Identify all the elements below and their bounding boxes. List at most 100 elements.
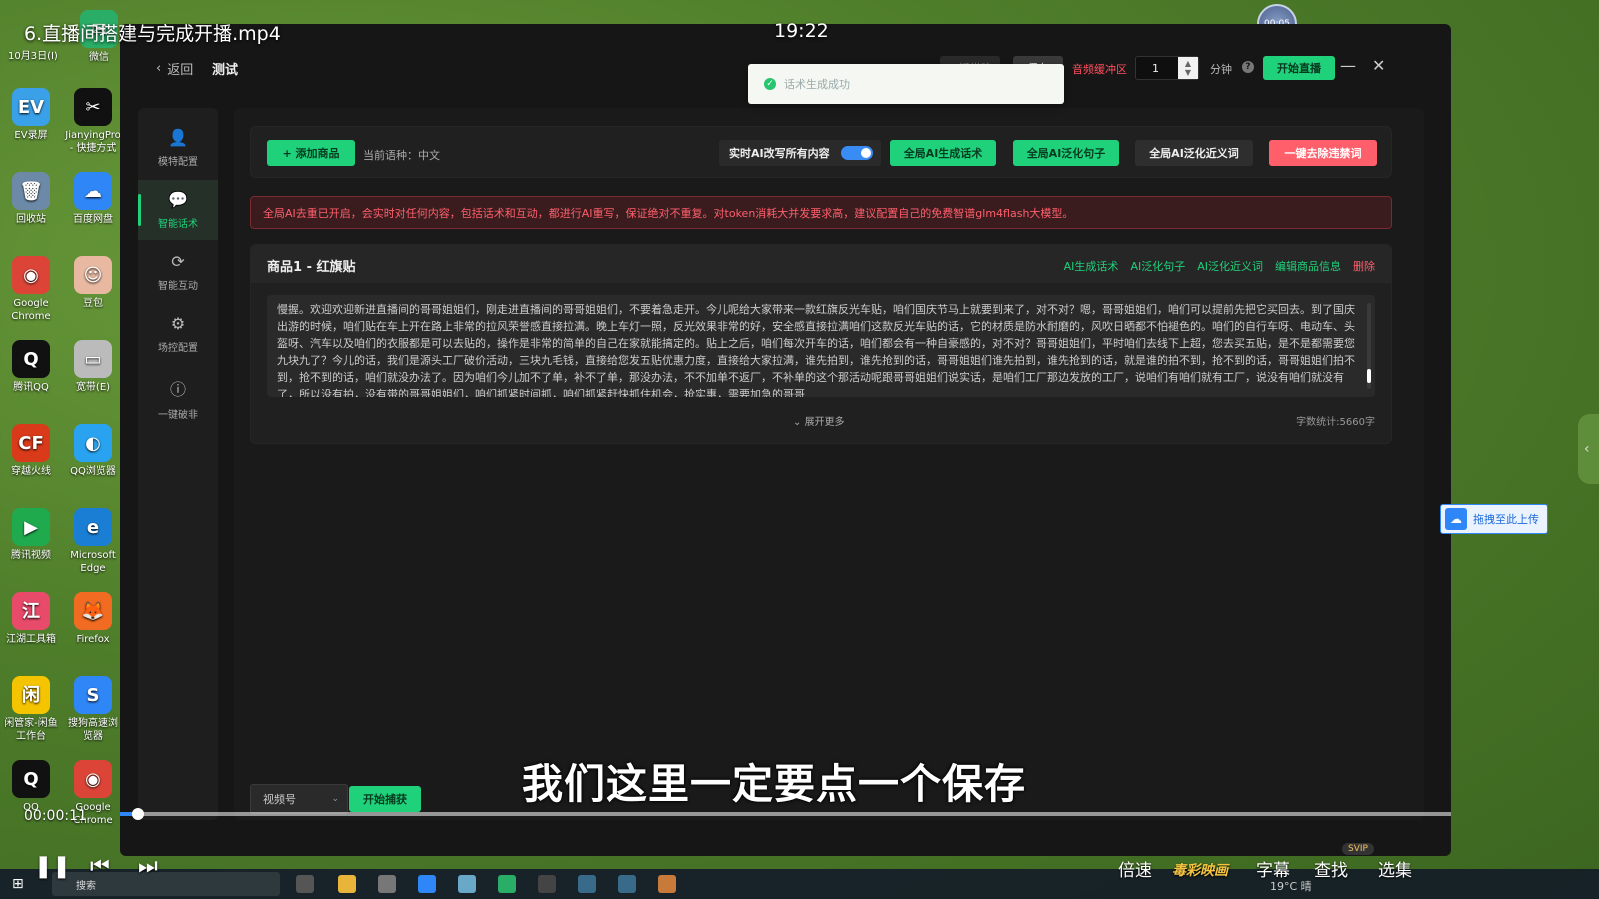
global-generalize-sentence-button[interactable]: 全局AI泛化句子 (1013, 140, 1119, 166)
desktop-app-icon: 江 (12, 592, 50, 630)
taskbar-app-icon[interactable] (378, 875, 396, 893)
svip-badge: SVIP (1342, 843, 1374, 855)
sidebar-item[interactable]: ⟳ 智能互动 (138, 242, 218, 302)
minimize-icon[interactable]: — (1340, 56, 1356, 75)
taskbar-app-icon[interactable] (458, 875, 476, 893)
desktop-icon[interactable]: ▶ 腾讯视频 (2, 508, 60, 562)
desktop-icon[interactable]: ☺ 豆包 (64, 256, 122, 310)
desktop-icon[interactable]: 江江湖工具箱 (2, 592, 60, 646)
chevron-left-icon: ‹ (1584, 441, 1590, 457)
video-progress-bar[interactable] (120, 812, 1451, 816)
desktop-icon[interactable]: CF 穿越火线 (2, 424, 60, 478)
taskbar-app-icon[interactable] (578, 875, 596, 893)
speed-menu[interactable]: 倍速 (1118, 856, 1152, 881)
global-generate-button[interactable]: 全局AI生成话术 (890, 140, 996, 166)
expand-more-label: 展开更多 (804, 417, 845, 428)
desktop-date: 10月3日(I) (8, 51, 58, 62)
sidebar-item-label: 模特配置 (158, 157, 198, 168)
script-scrollbar[interactable] (1367, 303, 1371, 389)
sidebar-item[interactable]: ⚙ 场控配置 (138, 304, 218, 364)
episodes-menu[interactable]: 选集 (1378, 856, 1412, 881)
desktop-icon[interactable]: e Microsoft Edge (64, 508, 122, 575)
ai-generate-link[interactable]: AI生成话术 (1064, 258, 1119, 274)
desktop-icon[interactable]: Q QQ (2, 760, 60, 814)
back-button[interactable]: ‹ 返回 (156, 59, 193, 78)
wechat-icon[interactable] (498, 875, 516, 893)
next-icon[interactable]: ⏭ (138, 854, 158, 879)
chevron-left-icon: ‹ (156, 61, 162, 76)
script-textarea[interactable]: 慢握。欢迎欢迎新进直播间的哥哥姐姐们，刚走进直播间的哥哥姐姐们，不要着急走开。今… (267, 295, 1375, 397)
sidebar-item[interactable]: 👤 模特配置 (138, 118, 218, 178)
file-explorer-icon[interactable] (338, 875, 356, 893)
close-icon[interactable]: ✕ (1372, 56, 1385, 75)
drag-upload-button[interactable]: ☁ 拖拽至此上传 (1440, 504, 1548, 534)
delete-product-link[interactable]: 删除 (1353, 258, 1375, 274)
buffer-stepper[interactable]: 1 ▲ ▼ (1135, 56, 1199, 80)
back-label: 返回 (167, 63, 194, 78)
sidebar-item[interactable]: 💬 智能话术 (138, 180, 218, 240)
desktop-icon-label: 豆包 (83, 298, 103, 309)
start-live-button[interactable]: 开始直播 (1263, 56, 1335, 80)
expand-more-button[interactable]: ⌄ 展开更多 (793, 413, 845, 428)
platform-select[interactable]: 视频号 ⌄ (250, 784, 348, 814)
desktop-icon[interactable]: ◉ Google Chrome (2, 256, 60, 323)
app-window: ‹ 返回 测试 ✓ 话术生成成功 一键搭建 保存 音频缓冲区 1 ▲▼ 分钟 ?… (120, 24, 1451, 856)
help-icon[interactable]: ? (1242, 61, 1254, 73)
ai-generalize-sentence-link[interactable]: AI泛化句子 (1130, 258, 1185, 274)
desktop-icon[interactable]: Q 腾讯QQ (2, 340, 60, 394)
desktop-app-icon: e (74, 508, 112, 546)
subtitle-menu[interactable]: 字幕 (1256, 856, 1290, 881)
sidebar-item[interactable]: ⓘ 一键破非 (138, 366, 218, 426)
taskbar-search[interactable]: 搜索 (52, 872, 280, 896)
desktop-icon-label: 腾讯视频 (11, 550, 51, 561)
desktop-icon[interactable]: ✂ JianyingPro - 快捷方式 (64, 88, 122, 155)
desktop-icon-label: 穿越火线 (11, 466, 51, 477)
pause-icon[interactable]: ❚❚ (34, 854, 71, 879)
stepper-arrows-icon[interactable]: ▲ ▼ (1178, 57, 1198, 79)
desktop-app-icon: Q (12, 760, 50, 798)
chevron-down-icon: ⌄ (793, 417, 805, 428)
desktop-icon[interactable]: ◐ QQ浏览器 (64, 424, 122, 478)
warning-banner: 全局AI去重已开启，会实时对任何内容，包括话术和互动，都进行AI重写，保证绝对不… (250, 196, 1392, 229)
video-progress-knob[interactable] (132, 808, 144, 820)
taskbar-app-icon[interactable] (618, 875, 636, 893)
buffer-unit: 分钟 (1210, 63, 1232, 76)
edit-product-link[interactable]: 编辑商品信息 (1275, 258, 1341, 274)
task-view-icon[interactable] (296, 875, 314, 893)
windows-start-icon[interactable]: ⊞ (12, 876, 24, 892)
desktop-icon[interactable]: 🗑 回收站 (2, 172, 60, 226)
desktop-icon[interactable]: ▭ 宽带(E) (64, 340, 122, 394)
global-generalize-synonym-button[interactable]: 全局AI泛化近义词 (1135, 140, 1253, 166)
desktop-icon[interactable]: EV EV录屏 (2, 88, 60, 142)
refresh-icon: ⟳ (171, 252, 185, 271)
desktop-icon[interactable]: S 搜狗高速浏览器 (64, 676, 122, 743)
taskbar-app-icon[interactable] (418, 875, 436, 893)
desktop-icon[interactable]: ☁ 百度网盘 (64, 172, 122, 226)
desktop-icon-label: 腾讯QQ (13, 382, 49, 393)
desktop-app-icon: ◉ (12, 256, 50, 294)
desktop-icon-label: EV录屏 (14, 130, 48, 141)
taskbar-app-icon[interactable] (658, 875, 676, 893)
taskbar-app-icon[interactable] (538, 875, 556, 893)
chevron-down-icon: ⌄ (331, 794, 339, 804)
desktop-app-icon: EV (12, 88, 50, 126)
side-panel-toggle[interactable]: ‹ (1578, 414, 1599, 484)
search-menu[interactable]: 查找 (1314, 856, 1348, 881)
color-enhance-menu[interactable]: 毒彩映画 (1172, 860, 1228, 880)
realtime-ai-toggle[interactable] (841, 146, 873, 160)
ai-generalize-synonym-link[interactable]: AI泛化近义词 (1197, 258, 1263, 274)
buffer-value: 1 (1152, 61, 1159, 75)
previous-icon[interactable]: ⏮ (90, 854, 110, 879)
sidebar-item-label: 一键破非 (158, 410, 198, 421)
desktop-icon-label: Firefox (76, 634, 110, 645)
start-capture-button[interactable]: 开始捕获 (349, 786, 421, 812)
remove-banned-words-button[interactable]: 一键去除违禁词 (1269, 140, 1377, 166)
desktop-icon[interactable]: 🦊 Firefox (64, 592, 122, 646)
realtime-ai-label: 实时AI改写所有内容 (729, 147, 830, 160)
add-product-button[interactable]: + 添加商品 (267, 140, 355, 166)
platform-value: 视频号 (263, 793, 296, 806)
page-title: 测试 (212, 63, 239, 78)
desktop-icon[interactable]: 闲闲管家-闲鱼工作台 (2, 676, 60, 743)
sidebar-item-label: 智能话术 (158, 219, 198, 230)
realtime-ai-rewrite[interactable]: 实时AI改写所有内容 (719, 140, 881, 166)
